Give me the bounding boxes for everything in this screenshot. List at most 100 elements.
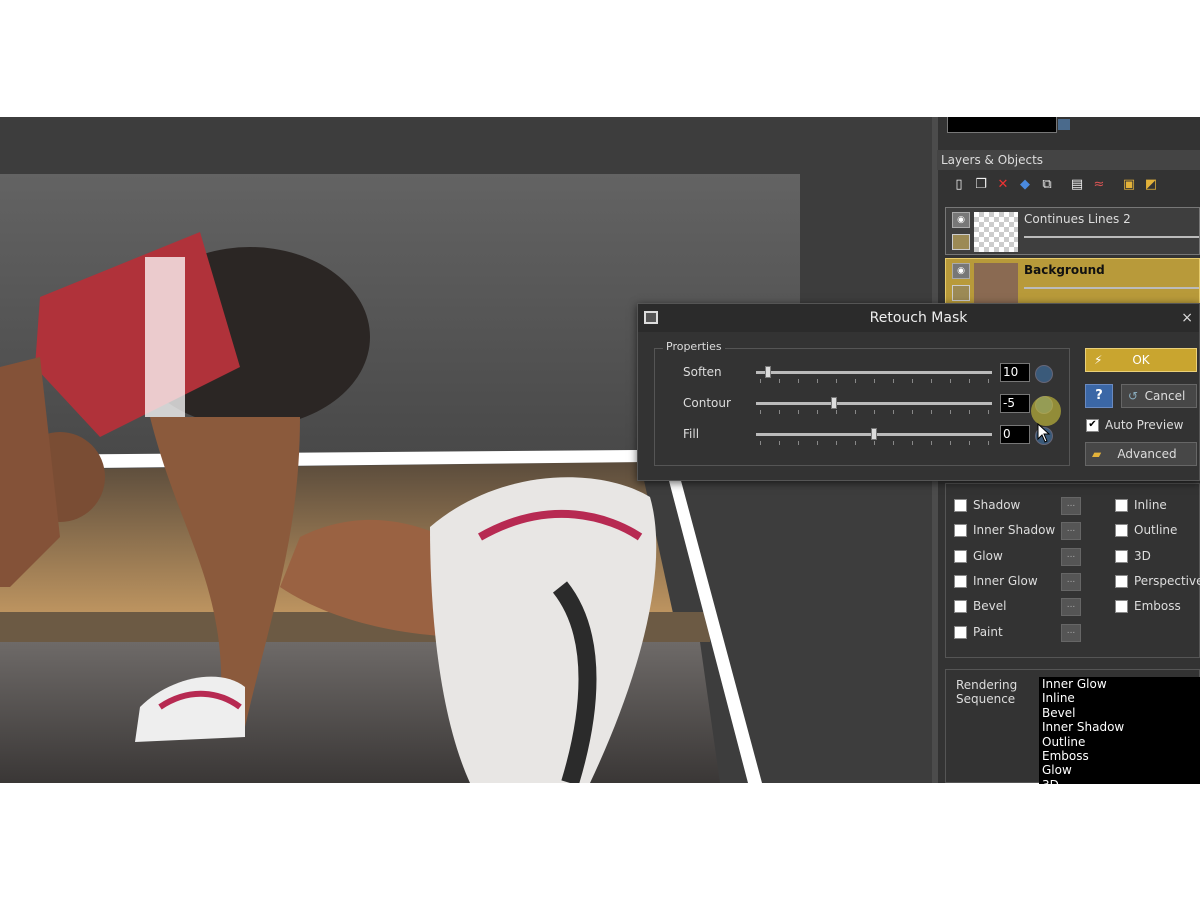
soften-value[interactable]: 10	[1000, 363, 1030, 382]
effects-panel: Shadow Inner Shadow Glow Inner Glow Beve…	[945, 483, 1200, 658]
layer-thumbnail	[974, 212, 1018, 252]
rendering-sequence-item[interactable]: Inner Glow	[1042, 677, 1200, 691]
ok-label: OK	[1132, 353, 1150, 367]
merge-layer-icon[interactable]: ⧉	[1039, 177, 1055, 193]
layer-properties-icon[interactable]: ◆	[1017, 177, 1033, 193]
ungroup-icon[interactable]: ◩	[1143, 177, 1159, 193]
checkbox[interactable]	[1115, 549, 1128, 563]
layer-opacity-track	[1024, 287, 1199, 289]
effect-label: Inner Glow	[973, 574, 1038, 588]
rendering-sequence-item[interactable]: Inner Shadow	[1042, 720, 1200, 734]
checkbox[interactable]	[1115, 599, 1128, 613]
soften-slider-thumb[interactable]	[764, 366, 771, 378]
color-swatch[interactable]	[947, 117, 1057, 133]
undo-icon: ↺	[1128, 389, 1139, 403]
clear-mask-icon[interactable]: ≈	[1091, 177, 1107, 193]
effect-3d[interactable]: 3D	[1115, 549, 1151, 563]
effect-label: 3D	[1134, 549, 1151, 563]
delete-layer-icon[interactable]: ✕	[995, 177, 1011, 193]
retouch-mask-dialog: Retouch Mask × Properties Soften 10 Cont…	[637, 303, 1200, 481]
contour-slider-track[interactable]	[756, 402, 992, 405]
group-icon[interactable]: ▣	[1121, 177, 1137, 193]
rendering-sequence-item[interactable]: Glow	[1042, 763, 1200, 777]
fill-slider-thumb[interactable]	[871, 428, 877, 440]
advanced-button[interactable]: ▰ Advanced	[1085, 442, 1197, 466]
effect-inline[interactable]: Inline	[1115, 498, 1167, 512]
contour-slider-thumb[interactable]	[830, 397, 837, 409]
eye-icon[interactable]: ◉	[952, 212, 970, 228]
layer-row[interactable]: ◉ Continues Lines 2	[945, 207, 1200, 255]
duplicate-layer-icon[interactable]: ❐	[973, 177, 989, 193]
rendering-sequence-item[interactable]: Outline	[1042, 735, 1200, 749]
checkbox[interactable]	[954, 599, 967, 613]
effect-outline[interactable]: Outline	[1115, 523, 1177, 537]
effect-label: Perspective	[1134, 574, 1200, 588]
lightning-icon: ⚡	[1094, 353, 1103, 367]
effect-label: Shadow	[973, 498, 1021, 512]
rendering-sequence-item[interactable]: 3D	[1042, 778, 1200, 784]
soften-slider-track[interactable]	[756, 371, 992, 374]
effect-label: Paint	[973, 625, 1003, 639]
eye-icon[interactable]: ◉	[952, 263, 970, 279]
new-layer-icon[interactable]: ▯	[951, 177, 967, 193]
shadow-settings-button[interactable]: ...	[1061, 497, 1081, 515]
checkbox[interactable]	[954, 549, 967, 563]
rendering-sequence-item[interactable]: Bevel	[1042, 706, 1200, 720]
auto-preview-checkbox[interactable]: ✔	[1086, 418, 1099, 432]
cancel-button[interactable]: ↺ Cancel	[1121, 384, 1197, 408]
auto-preview-label: Auto Preview	[1105, 418, 1184, 432]
checkbox[interactable]	[954, 574, 967, 588]
effect-paint[interactable]: Paint	[954, 625, 1003, 639]
help-button[interactable]: ?	[1085, 384, 1113, 408]
effect-label: Outline	[1134, 523, 1178, 537]
properties-label: Properties	[663, 340, 725, 353]
lock-icon[interactable]	[952, 285, 970, 301]
checkbox[interactable]	[954, 625, 967, 639]
dialog-title: Retouch Mask	[638, 304, 1199, 332]
glow-settings-button[interactable]: ...	[1061, 548, 1081, 566]
ok-button[interactable]: ⚡ OK	[1085, 348, 1197, 372]
effect-label: Emboss	[1134, 599, 1181, 613]
layer-thumbnail	[974, 263, 1018, 303]
checkbox[interactable]	[1115, 498, 1128, 512]
checkbox[interactable]	[954, 498, 967, 512]
auto-preview-toggle[interactable]: ✔ Auto Preview	[1086, 418, 1183, 432]
soften-spin-icon[interactable]	[1035, 365, 1053, 383]
effect-perspective[interactable]: Perspective	[1115, 574, 1200, 588]
cancel-label: Cancel	[1144, 389, 1186, 403]
checkbox[interactable]	[954, 523, 967, 537]
rendering-sequence-item[interactable]: Inline	[1042, 691, 1200, 705]
inner-glow-settings-button[interactable]: ...	[1061, 573, 1081, 591]
effect-shadow[interactable]: Shadow	[954, 498, 1020, 512]
layer-row-selected[interactable]: ◉ Background	[945, 258, 1200, 304]
bevel-settings-button[interactable]: ...	[1061, 598, 1081, 616]
effect-label: Inner Shadow	[973, 523, 1056, 537]
effect-label: Inline	[1134, 498, 1167, 512]
lock-icon[interactable]	[952, 234, 970, 250]
fill-value[interactable]: 0	[1000, 425, 1030, 444]
rendering-sequence-item[interactable]: Emboss	[1042, 749, 1200, 763]
effect-inner-glow[interactable]: Inner Glow	[954, 574, 1038, 588]
layer-toolbar: ▯ ❐ ✕ ◆ ⧉ ▤ ≈ ▣ ◩	[937, 172, 1200, 198]
layer-mask-icon[interactable]: ▤	[1069, 177, 1085, 193]
retouch-icon	[644, 311, 658, 324]
effect-inner-shadow[interactable]: Inner Shadow	[954, 523, 1055, 537]
slider-ticks	[760, 410, 992, 414]
rendering-sequence-list[interactable]: Inner Glow Inline Bevel Inner Shadow Outline…	[1039, 677, 1200, 784]
chevron-down-icon[interactable]	[1058, 119, 1070, 130]
effect-emboss[interactable]: Emboss	[1115, 599, 1181, 613]
paint-settings-button[interactable]: ...	[1061, 624, 1081, 642]
slider-ticks	[760, 441, 992, 445]
layer-name: Background	[1024, 263, 1105, 277]
checkbox[interactable]	[1115, 574, 1128, 588]
inner-shadow-settings-button[interactable]: ...	[1061, 522, 1081, 540]
effect-glow[interactable]: Glow	[954, 549, 1003, 563]
checkbox[interactable]	[1115, 523, 1128, 537]
close-icon[interactable]: ×	[1181, 304, 1193, 332]
effect-bevel[interactable]: Bevel	[954, 599, 1006, 613]
layers-panel-title: Layers & Objects	[937, 150, 1200, 170]
rendering-sequence-panel: Rendering Sequence Inner Glow Inline Bevel…	[945, 669, 1200, 784]
soften-label: Soften	[683, 365, 722, 379]
contour-value[interactable]: -5	[1000, 394, 1030, 413]
layer-opacity-track	[1024, 236, 1199, 238]
